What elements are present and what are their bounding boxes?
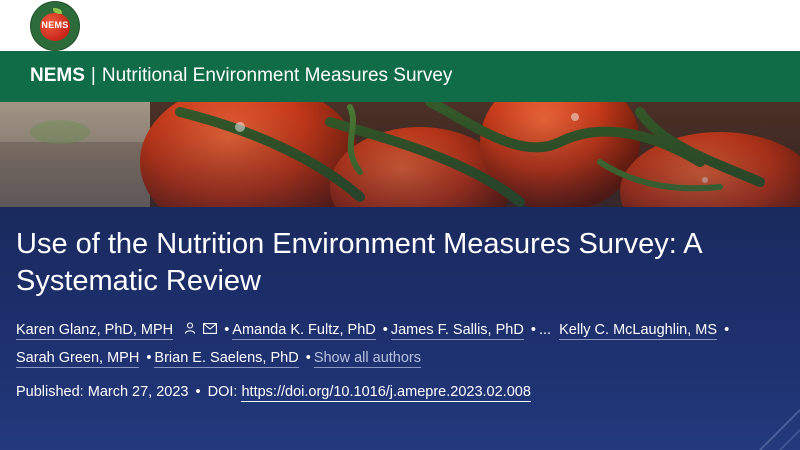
show-all-authors-link[interactable]: Show all authors [313,350,422,369]
author-link[interactable]: Brian E. Saelens, PhD [154,350,299,369]
authors-ellipsis: ... [538,322,552,338]
meta-separator: • [195,384,201,400]
hero-photo [0,102,800,207]
author-separator: • [724,322,730,338]
mail-icon[interactable] [203,316,218,344]
site-brand[interactable]: NEMS | Nutritional Environment Measures Su… [30,65,452,87]
person-icon[interactable] [184,316,196,344]
author-link[interactable]: Sarah Green, MPH [16,350,140,369]
doi-label: DOI: [207,384,238,400]
doi-link[interactable]: https://doi.org/10.1016/j.amepre.2023.02… [241,384,531,402]
author-link[interactable]: Kelly C. McLaughlin, MS [559,322,718,340]
tomato-vine-image [0,102,800,207]
author-link[interactable]: Karen Glanz, PhD, MPH [16,322,174,340]
logo-text: NEMS [41,20,69,30]
author-list: Karen Glanz, PhD, MPH • Amanda K. Fultz, … [16,316,796,372]
author-link[interactable]: James F. Sallis, PhD [390,322,524,340]
nems-logo[interactable]: NEMS [31,2,79,50]
publication-meta: Published: March 27, 2023 • DOI: https:/… [16,384,531,402]
corner-decoration [759,409,800,450]
published-date: Published: March 27, 2023 [16,384,189,400]
author-separator: • [305,350,311,367]
site-banner: NEMS | Nutritional Environment Measures Su… [0,51,800,102]
author-separator: • [146,350,152,367]
brand-separator: | [90,65,96,86]
author-link[interactable]: Amanda K. Fultz, PhD [232,322,376,340]
author-separator: • [382,322,388,338]
author-separator: • [224,322,230,338]
author-separator: • [530,322,536,338]
brand-full: Nutritional Environment Measures Survey [101,65,453,86]
brand-short: NEMS [30,65,85,86]
article-title: Use of the Nutrition Environment Measure… [16,228,702,297]
top-bar: NEMS [0,0,800,51]
